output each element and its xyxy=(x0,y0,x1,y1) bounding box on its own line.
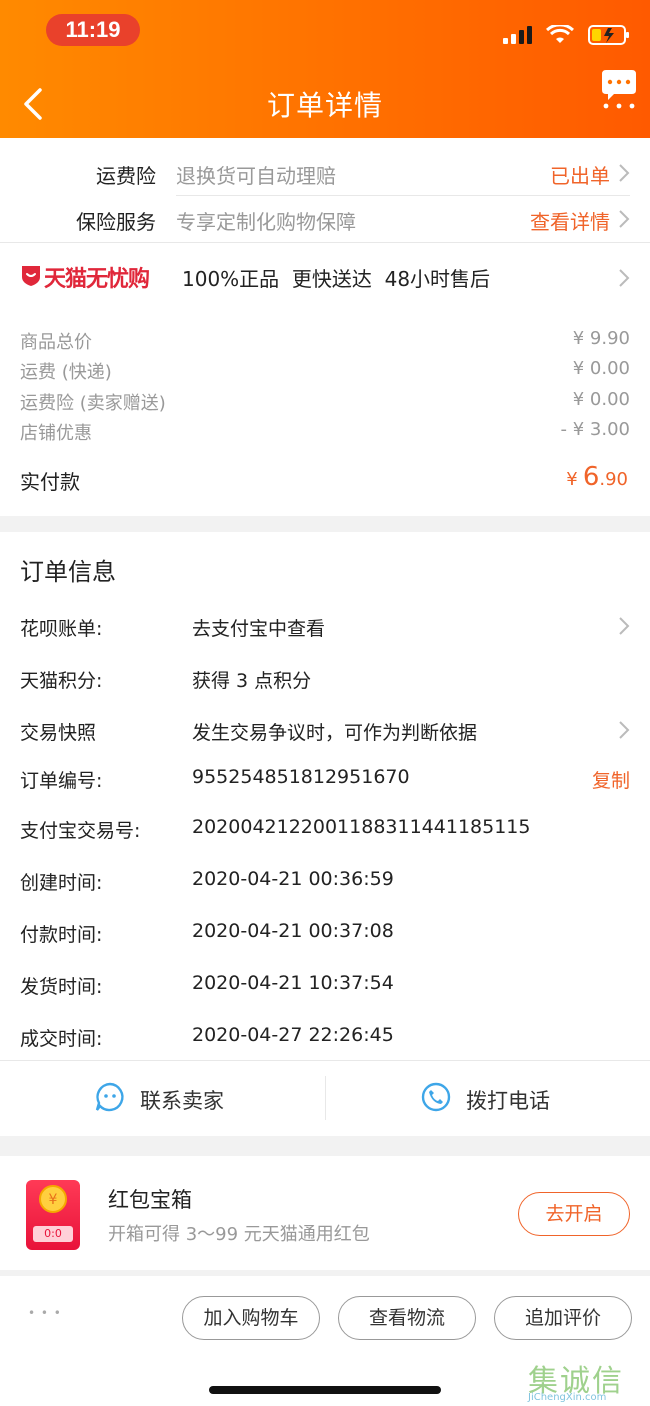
redpack-title: 红包宝箱 xyxy=(108,1188,192,1212)
info-label: 发货时间: xyxy=(20,976,103,998)
open-redpack-button[interactable]: 去开启 xyxy=(518,1192,630,1236)
info-label: 订单编号: xyxy=(20,770,103,792)
home-indicator xyxy=(209,1386,441,1394)
paid-decimal: .90 xyxy=(599,469,628,490)
contact-seller-button[interactable]: 联系卖家 xyxy=(0,1061,325,1136)
shipping-insurance-status: 已出单 xyxy=(550,164,610,188)
info-value: 去支付宝中查看 xyxy=(192,618,326,640)
contact-seller-label: 联系卖家 xyxy=(140,1089,224,1113)
info-label: 付款时间: xyxy=(20,924,103,946)
price-value: ¥ 9.90 xyxy=(572,328,630,349)
add-to-cart-button[interactable]: 加入购物车 xyxy=(182,1296,320,1340)
info-value: 2020-04-27 22:26:45 xyxy=(192,1024,394,1046)
watermark: 集诚信 JiChengXin.com xyxy=(528,1356,646,1404)
insurance-service-details: 查看详情 xyxy=(530,210,610,234)
info-value: 2020-04-21 00:36:59 xyxy=(192,868,394,890)
shipping-insurance-label: 运费险 xyxy=(96,164,156,188)
chevron-right-icon xyxy=(619,617,630,635)
chat-bubble-icon xyxy=(95,1082,124,1112)
coin-icon: ¥ xyxy=(39,1185,67,1213)
price-label: 运费险 (卖家赠送) xyxy=(20,393,166,414)
chevron-right-icon xyxy=(619,164,630,182)
phone-icon xyxy=(421,1082,451,1112)
insurance-service-row[interactable]: 保险服务 专享定制化购物保障 查看详情 xyxy=(0,196,650,242)
info-value: 2020042122001188311441185115 xyxy=(192,816,531,838)
info-value: 2020-04-21 10:37:54 xyxy=(192,972,394,994)
battery-icon xyxy=(588,25,629,45)
svg-text:¥: ¥ xyxy=(49,1192,58,1208)
page-title: 订单详情 xyxy=(266,89,383,122)
info-value: 2020-04-21 00:37:08 xyxy=(192,920,394,942)
chevron-right-icon xyxy=(619,721,630,739)
tmall-logo-icon xyxy=(22,266,40,286)
order-info-card: 订单信息 花呗账单: 去支付宝中查看 天猫积分: 获得 3 点积分 交易快照 发… xyxy=(0,532,650,1136)
price-label: 店铺优惠 xyxy=(20,423,92,444)
insurance-service-label: 保险服务 xyxy=(76,210,156,234)
shipped-time-row: 发货时间: 2020-04-21 10:37:54 xyxy=(0,962,650,1010)
info-label: 花呗账单: xyxy=(20,618,103,640)
shipping-insurance-desc: 退换货可自动理赔 xyxy=(176,164,336,188)
info-label: 交易快照 xyxy=(20,722,97,744)
paid-amount: ¥ 6.90 xyxy=(566,462,628,492)
more-button[interactable] xyxy=(598,68,640,110)
tmall-guarantee-brand: 天猫无忧购 xyxy=(44,267,150,292)
tmall-guarantee-row[interactable]: 天猫无忧购 100%正品 更快送达 48小时售后 xyxy=(0,243,650,311)
info-value: 发生交易争议时，可作为判断依据 xyxy=(192,722,478,744)
wifi-icon xyxy=(546,25,574,43)
more-actions-button[interactable]: • • • xyxy=(28,1306,62,1320)
paid-currency: ¥ xyxy=(566,469,578,490)
order-info-title: 订单信息 xyxy=(20,558,116,586)
price-value: ¥ 0.00 xyxy=(572,389,630,410)
insurance-service-desc: 专享定制化购物保障 xyxy=(176,210,356,234)
signal-icon xyxy=(503,26,532,44)
snapshot-row[interactable]: 交易快照 发生交易争议时，可作为判断依据 xyxy=(0,706,650,754)
add-review-button[interactable]: 追加评价 xyxy=(494,1296,632,1340)
info-label: 成交时间: xyxy=(20,1028,103,1050)
redpack-box-code: 0:0 xyxy=(33,1226,73,1242)
call-phone-button[interactable]: 拨打电话 xyxy=(326,1061,650,1136)
redpack-box-image: ¥ 0:0 xyxy=(26,1180,80,1250)
order-summary-card: 运费险 退换货可自动理赔 已出单 保险服务 专享定制化购物保障 查看详情 天猫无… xyxy=(0,138,650,516)
info-value: 获得 3 点积分 xyxy=(192,670,312,692)
call-phone-label: 拨打电话 xyxy=(466,1089,550,1113)
status-time: 11:19 xyxy=(46,14,140,46)
redpack-card: ¥ 0:0 红包宝箱 开箱可得 3～99 元天猫通用红包 去开启 xyxy=(0,1156,650,1270)
tmall-guarantee-text: 100%正品 更快送达 48小时售后 xyxy=(182,267,491,291)
header-bar: 11:19 订单详情 xyxy=(0,0,650,138)
created-time-row: 创建时间: 2020-04-21 00:36:59 xyxy=(0,858,650,906)
view-logistics-button[interactable]: 查看物流 xyxy=(338,1296,476,1340)
paid-label: 实付款 xyxy=(20,470,80,494)
info-label: 天猫积分: xyxy=(20,670,103,692)
redpack-desc: 开箱可得 3～99 元天猫通用红包 xyxy=(108,1224,370,1245)
chevron-right-icon xyxy=(619,210,630,228)
order-number-row: 订单编号: 955254851812951670 复制 xyxy=(0,756,650,804)
info-label: 支付宝交易号: xyxy=(20,820,141,842)
watermark-url: JiChengXin.com xyxy=(528,1392,607,1403)
chevron-right-icon xyxy=(619,269,630,287)
status-icons xyxy=(502,20,630,50)
completed-time-row: 成交时间: 2020-04-27 22:26:45 xyxy=(0,1014,650,1062)
price-value: - ¥ 3.00 xyxy=(560,419,630,440)
bottom-action-bar: • • • 加入购物车 查看物流 追加评价 集诚信 JiChengXin.com xyxy=(0,1276,650,1406)
info-label: 创建时间: xyxy=(20,872,103,894)
shipping-insurance-row[interactable]: 运费险 退换货可自动理赔 已出单 xyxy=(0,138,650,194)
paid-integer: 6 xyxy=(582,462,600,492)
points-row: 天猫积分: 获得 3 点积分 xyxy=(0,654,650,702)
price-value: ¥ 0.00 xyxy=(572,358,630,379)
price-label: 运费 (快递) xyxy=(20,362,112,383)
paid-time-row: 付款时间: 2020-04-21 00:37:08 xyxy=(0,910,650,958)
huabei-row[interactable]: 花呗账单: 去支付宝中查看 xyxy=(0,602,650,650)
price-label: 商品总价 xyxy=(20,332,92,353)
copy-button[interactable]: 复制 xyxy=(592,766,630,793)
alipay-trade-row: 支付宝交易号: 2020042122001188311441185115 xyxy=(0,806,650,854)
chat-more-icon xyxy=(602,70,636,109)
info-value: 955254851812951670 xyxy=(192,766,410,788)
